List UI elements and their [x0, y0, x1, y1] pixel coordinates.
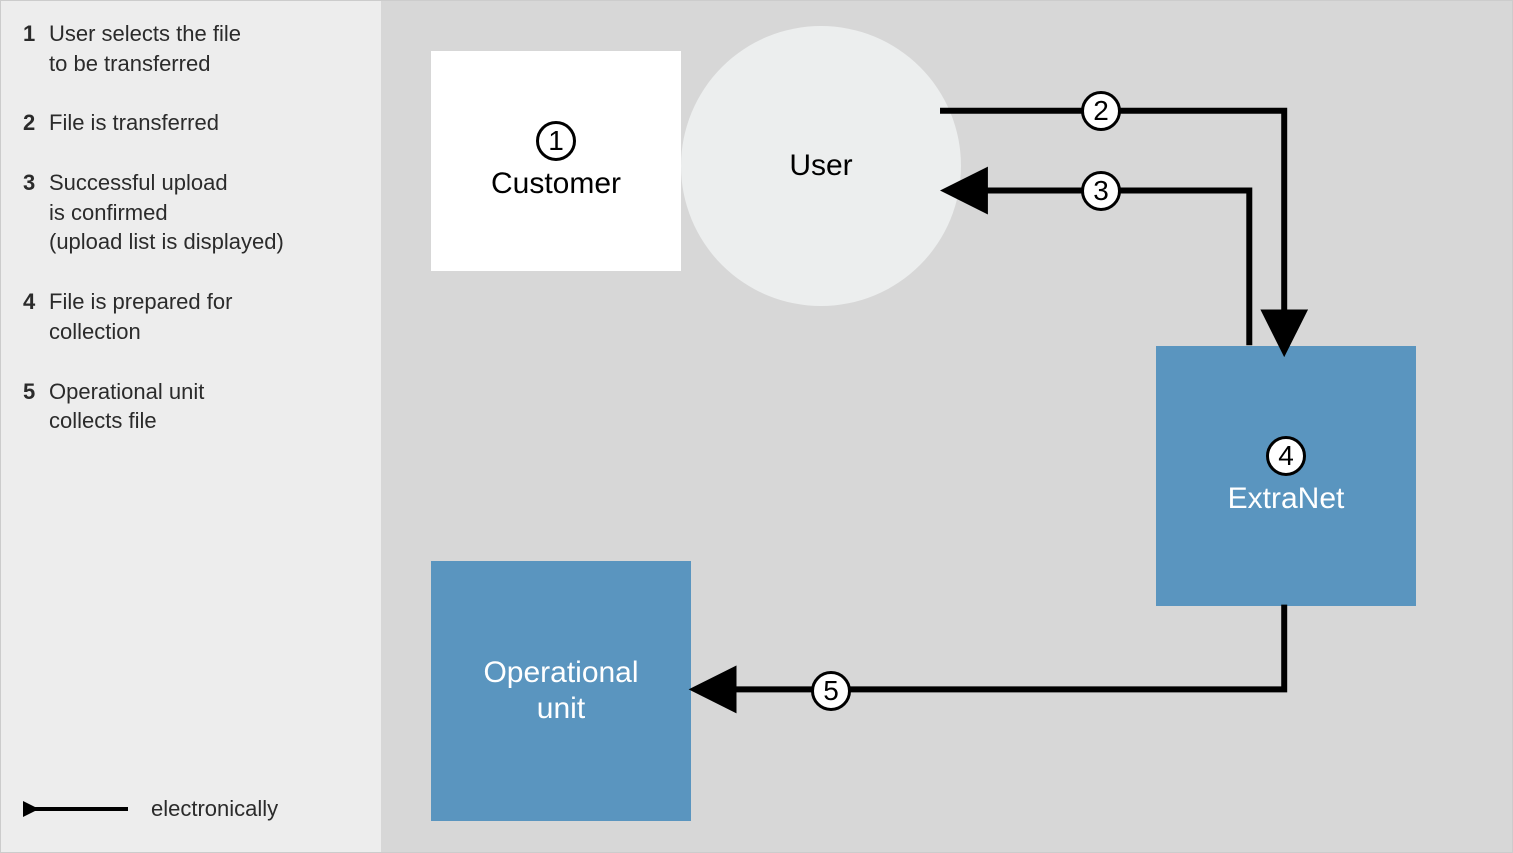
badge-5: 5	[811, 671, 851, 711]
node-extranet: 4 ExtraNet	[1156, 346, 1416, 606]
badge-3: 3	[1081, 171, 1121, 211]
node-user: User	[681, 26, 961, 306]
legend-item-4: 4 File is prepared for collection	[23, 287, 361, 346]
legend-item-2: 2 File is transferred	[23, 108, 361, 138]
legend-item-5: 5 Operational unit collects file	[23, 377, 361, 436]
legend-number: 2	[23, 108, 49, 138]
root: 1 User selects the file to be transferre…	[0, 0, 1513, 853]
badge-2: 2	[1081, 91, 1121, 131]
node-user-label: User	[789, 149, 852, 183]
legend-number: 1	[23, 19, 49, 78]
node-extranet-label: ExtraNet	[1228, 482, 1345, 516]
legend-text: User selects the file to be transferred	[49, 19, 241, 78]
legend-text: File is prepared for collection	[49, 287, 232, 346]
legend-item-1: 1 User selects the file to be transferre…	[23, 19, 361, 78]
diagram-panel: 1 Customer User 4 ExtraNet Operational u…	[381, 1, 1512, 852]
legend-footer-label: electronically	[151, 794, 278, 824]
node-operational-label: Operational unit	[483, 655, 638, 727]
badge-4: 4	[1266, 436, 1306, 476]
node-customer-label: Customer	[491, 167, 621, 201]
node-operational: Operational unit	[431, 561, 691, 821]
legend-number: 5	[23, 377, 49, 436]
arrow-left-icon	[23, 799, 133, 819]
legend-footer: electronically	[23, 794, 278, 824]
badge-1: 1	[536, 121, 576, 161]
legend-number: 4	[23, 287, 49, 346]
node-customer: 1 Customer	[431, 51, 681, 271]
legend-panel: 1 User selects the file to be transferre…	[1, 1, 381, 852]
legend-text: Operational unit collects file	[49, 377, 204, 436]
legend-text: Successful upload is confirmed (upload l…	[49, 168, 284, 257]
legend-item-3: 3 Successful upload is confirmed (upload…	[23, 168, 361, 257]
legend-number: 3	[23, 168, 49, 257]
legend-text: File is transferred	[49, 108, 219, 138]
